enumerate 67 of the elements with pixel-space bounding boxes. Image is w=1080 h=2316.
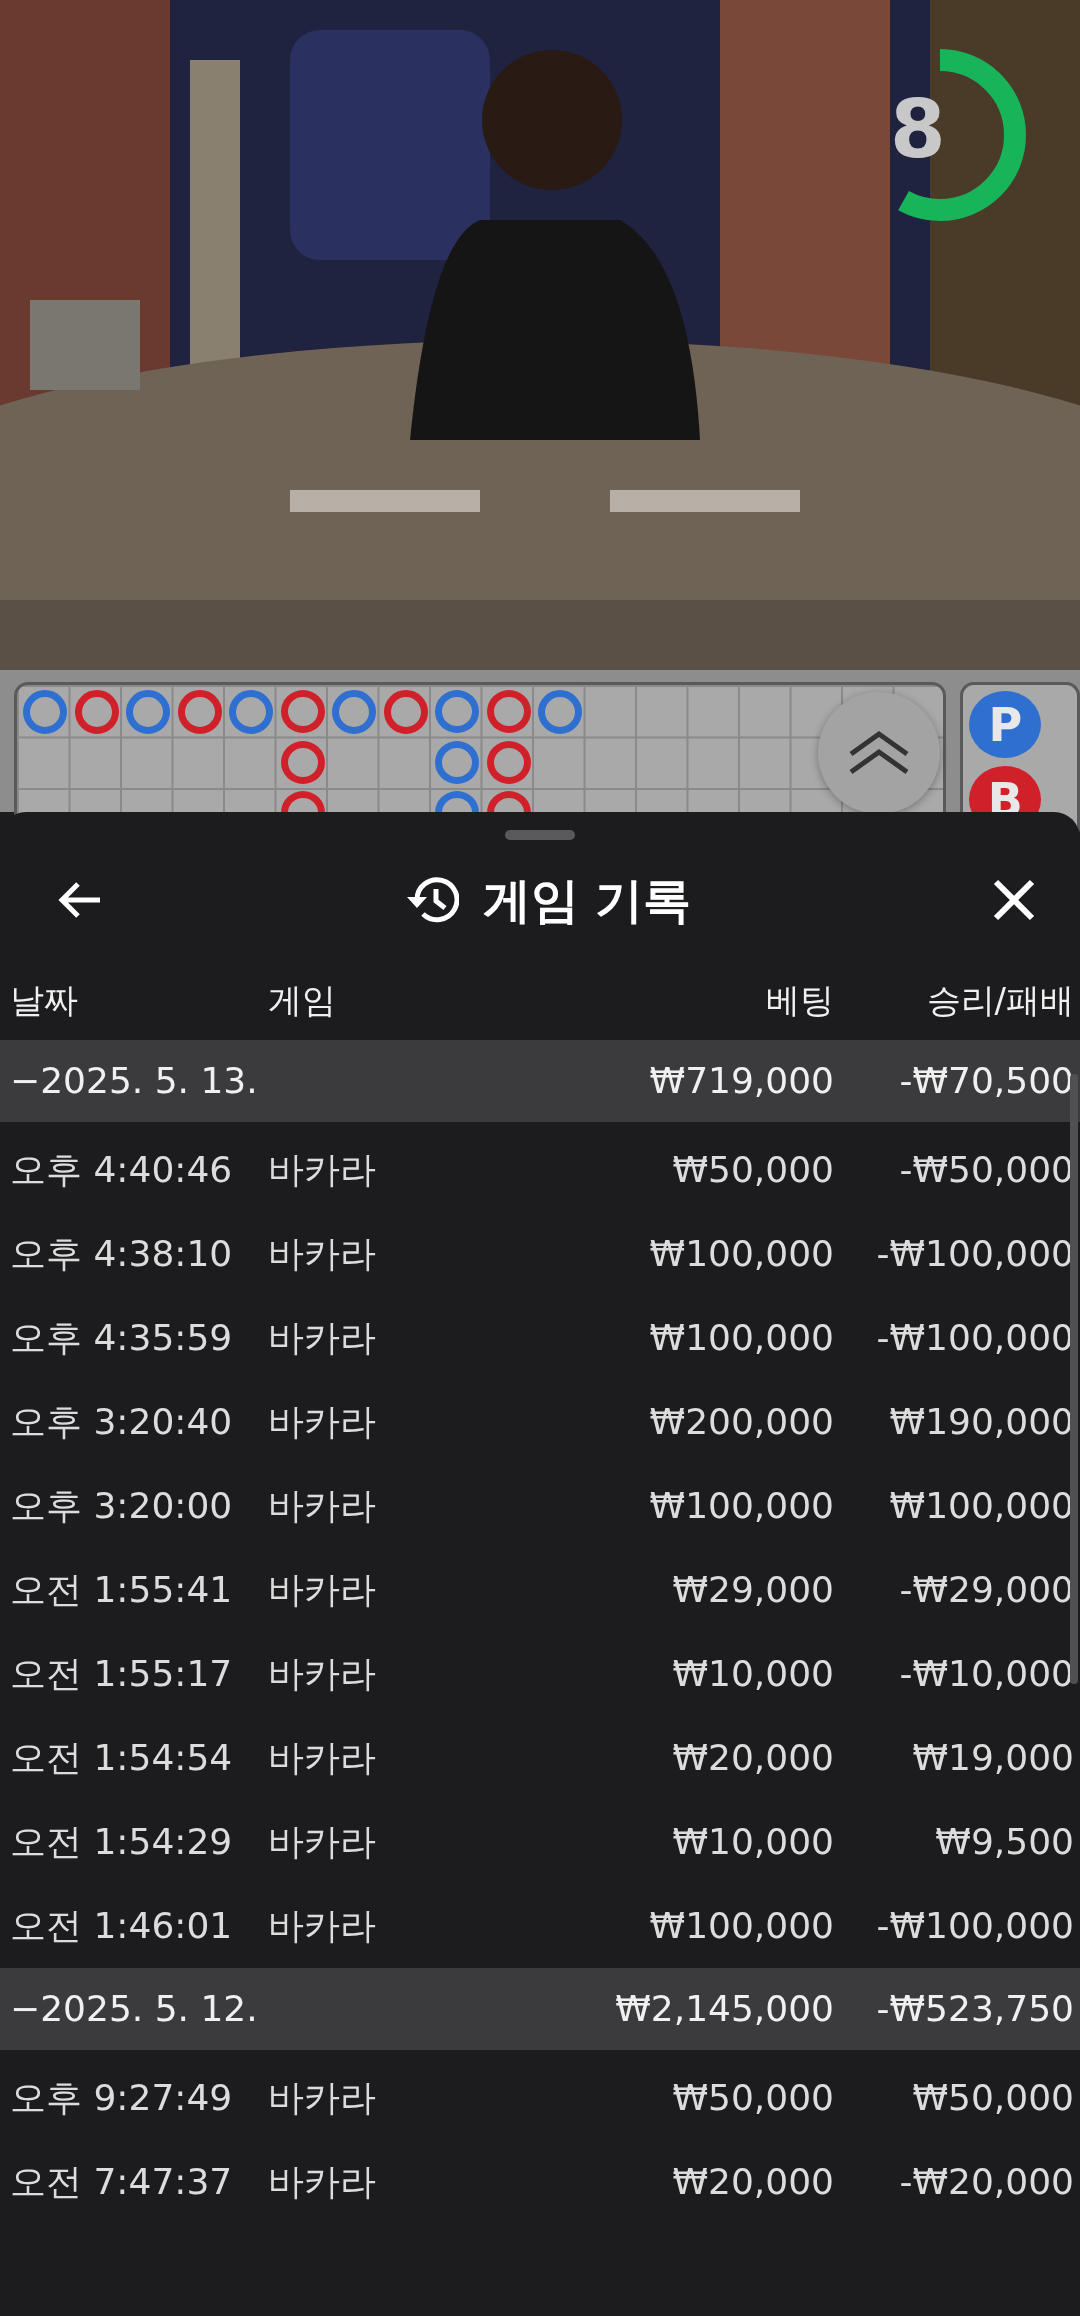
- column-header: 날짜: [10, 978, 79, 1022]
- time-cell-text: 오전 7:47:37: [10, 2160, 234, 2204]
- result-cell-text: -₩10,000: [898, 1652, 1074, 1696]
- close-icon: [992, 878, 1036, 922]
- game-cell-text: 바카라: [268, 1148, 377, 1192]
- game-cell-text: 바카라: [268, 1484, 377, 1528]
- game-cell-text: 바카라: [268, 1904, 377, 1948]
- time-cell-text: 오전 1:54:29: [10, 1820, 234, 1864]
- result-cell-text: -₩100,000: [875, 1232, 1074, 1276]
- game-cell-text: 바카라: [268, 1400, 377, 1444]
- result-cell-text: ₩50,000: [911, 2076, 1074, 2120]
- bet-cell-text: ₩100,000: [648, 1904, 834, 1948]
- bet-cell-text: ₩29,000: [671, 1568, 834, 1612]
- time-cell-text: 오후 3:20:40: [10, 1400, 234, 1444]
- bet-cell-text: ₩20,000: [671, 2160, 834, 2204]
- history-icon: [404, 875, 459, 925]
- result-cell-text: ₩19,000: [911, 1736, 1074, 1780]
- date-group-row[interactable]: −2025. 5. 13. ₩719,000 -₩70,500: [0, 1040, 1080, 1122]
- group-bet-total: ₩719,000: [648, 1059, 834, 1103]
- game-cell-text: 바카라: [268, 1820, 377, 1864]
- time-cell-text: 오후 3:20:00: [10, 1484, 234, 1528]
- bet-cell-text: ₩10,000: [671, 1652, 834, 1696]
- result-cell-text: -₩29,000: [898, 1568, 1074, 1612]
- time-cell-text: 오전 1:46:01: [10, 1904, 234, 1948]
- sheet-title: 게임 기록: [482, 871, 692, 930]
- result-cell-text: -₩100,000: [875, 1904, 1074, 1948]
- result-cell-text: -₩100,000: [875, 1316, 1074, 1360]
- bet-cell-text: ₩20,000: [671, 1736, 834, 1780]
- bet-cell-text: ₩50,000: [671, 1148, 834, 1192]
- bet-cell-text: ₩100,000: [648, 1232, 834, 1276]
- bet-cell-text: ₩200,000: [648, 1400, 834, 1444]
- group-date: −2025. 5. 12.: [10, 1987, 259, 2031]
- time-cell-text: 오전 1:55:17: [10, 1652, 234, 1696]
- game-cell-text: 바카라: [268, 1568, 377, 1612]
- double-chevron-up-icon: [847, 730, 911, 776]
- time-cell-text: 오후 4:38:10: [10, 1232, 234, 1276]
- drag-handle[interactable]: [505, 830, 575, 840]
- time-cell-text: 오후 4:35:59: [10, 1316, 234, 1360]
- time-cell-text: 오전 1:54:54: [10, 1736, 234, 1780]
- bet-cell-text: ₩10,000: [671, 1820, 834, 1864]
- result-cell-text: ₩100,000: [888, 1484, 1074, 1528]
- column-header: 게임: [268, 978, 337, 1022]
- bet-cell-text: ₩100,000: [648, 1484, 834, 1528]
- prediction-button[interactable]: P: [969, 691, 1042, 758]
- time-cell-text: 오후 9:27:49: [10, 2076, 234, 2120]
- result-cell-text: -₩20,000: [898, 2160, 1074, 2204]
- group-date: −2025. 5. 13.: [10, 1059, 259, 1103]
- group-result-total: -₩70,500: [898, 1059, 1074, 1103]
- game-cell-text: 바카라: [268, 1316, 377, 1360]
- bet-cell-text: ₩50,000: [671, 2076, 834, 2120]
- game-cell-text: 바카라: [268, 1736, 377, 1780]
- date-group-row[interactable]: −2025. 5. 12. ₩2,145,000 -₩523,750: [0, 1968, 1080, 2050]
- countdown-number: 8: [890, 90, 946, 170]
- result-cell-text: ₩9,500: [934, 1820, 1074, 1864]
- game-cell-text: 바카라: [268, 1232, 377, 1276]
- column-header: 승리/패배: [925, 978, 1074, 1022]
- bet-cell-text: ₩100,000: [648, 1316, 834, 1360]
- result-cell-text: -₩50,000: [898, 1148, 1074, 1192]
- game-cell-text: 바카라: [268, 2160, 377, 2204]
- group-bet-total: ₩2,145,000: [614, 1987, 834, 2031]
- time-cell-text: 오전 1:55:41: [10, 1568, 234, 1612]
- game-cell-text: 바카라: [268, 1652, 377, 1696]
- game-cell-text: 바카라: [268, 2076, 377, 2120]
- group-result-total: -₩523,750: [875, 1987, 1074, 2031]
- column-header: 베팅: [765, 978, 834, 1022]
- result-cell-text: ₩190,000: [888, 1400, 1074, 1444]
- time-cell-text: 오후 4:40:46: [10, 1148, 234, 1192]
